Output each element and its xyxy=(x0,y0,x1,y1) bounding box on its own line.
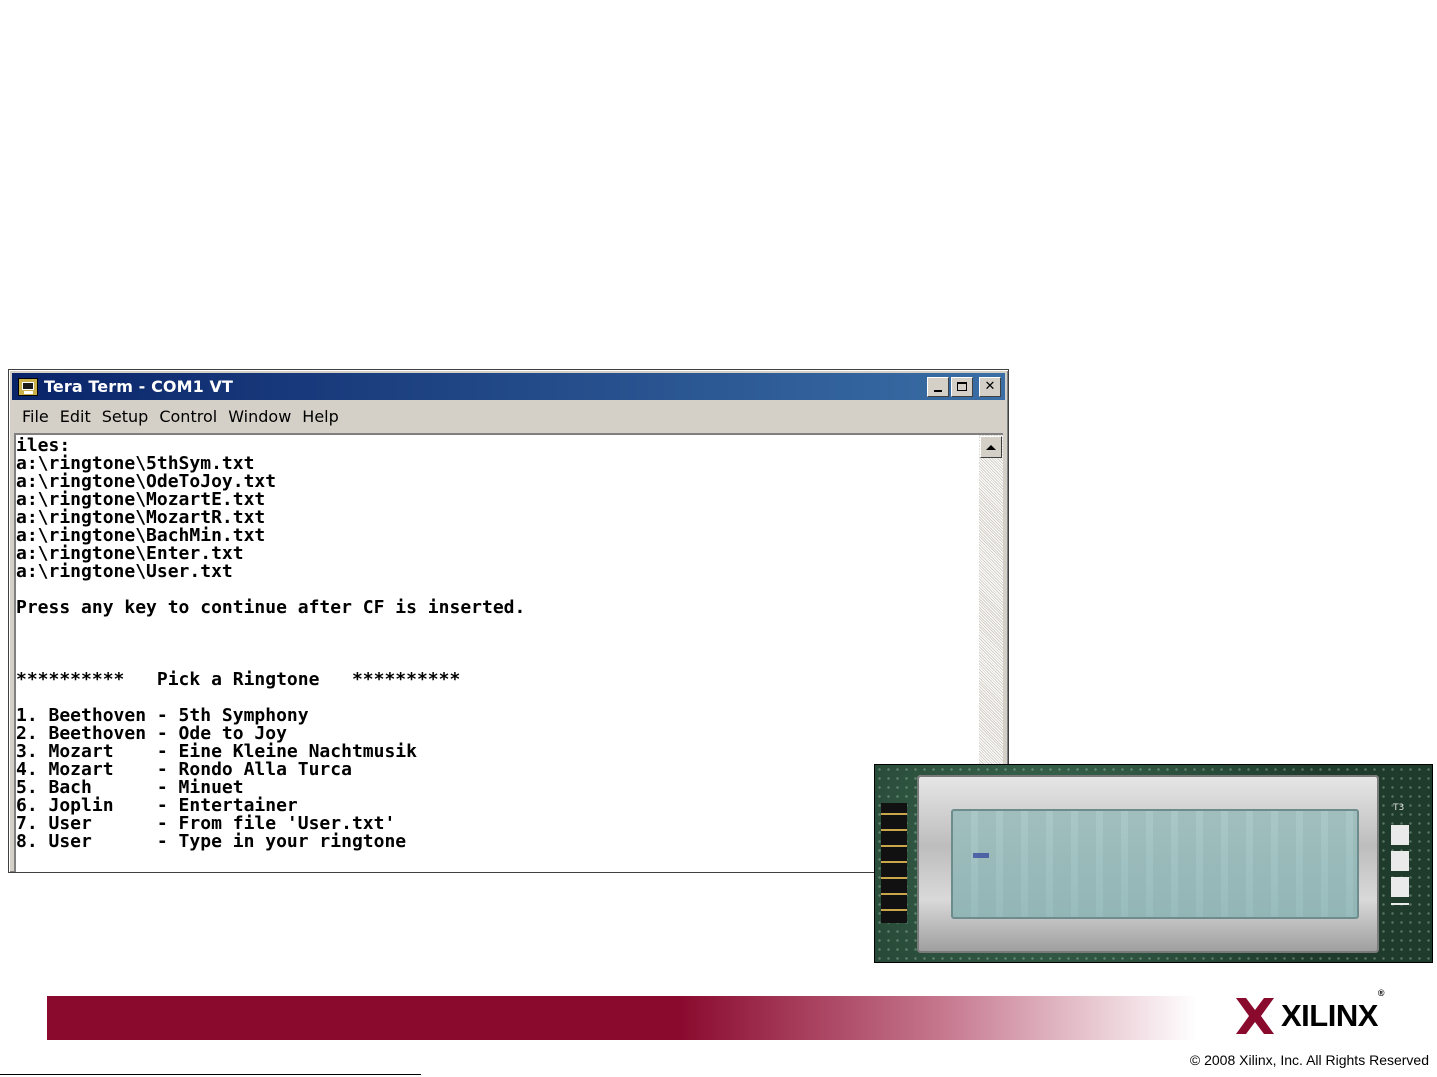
bottom-rule xyxy=(0,1074,421,1075)
minimize-button[interactable] xyxy=(927,376,949,397)
menu-setup[interactable]: Setup xyxy=(98,407,156,426)
terminal-line: 8. User - Type in your ringtone xyxy=(16,831,407,852)
pin-header xyxy=(881,803,907,923)
copyright-notice: © 2008 Xilinx, Inc. All Rights Reserved xyxy=(1189,1052,1429,1068)
title-bar[interactable]: Tera Term - COM1 VT ✕ xyxy=(12,373,1005,400)
registered-mark: ® xyxy=(1377,988,1385,998)
lcd-board-photo: T3 xyxy=(874,764,1433,963)
tera-term-app-icon[interactable] xyxy=(18,377,38,396)
menu-control[interactable]: Control xyxy=(155,407,224,426)
terminal-line: ********** Pick a Ringtone ********** xyxy=(16,669,461,690)
terminal-output[interactable]: iles: a:\ringtone\5thSym.txt a:\ringtone\O… xyxy=(16,437,977,872)
xilinx-x-icon xyxy=(1236,998,1274,1034)
minimize-icon xyxy=(934,389,942,392)
menu-bar: File Edit Setup Control Window Help xyxy=(12,401,1005,431)
lcd-screen xyxy=(951,809,1359,919)
menu-window[interactable]: Window xyxy=(224,407,298,426)
arrow-up-icon xyxy=(986,444,996,450)
scroll-up-button[interactable] xyxy=(980,436,1002,458)
menu-help[interactable]: Help xyxy=(298,407,345,426)
menu-edit[interactable]: Edit xyxy=(56,407,98,426)
solder-pads xyxy=(1391,825,1409,905)
lcd-cursor xyxy=(973,853,989,858)
board-label: T3 xyxy=(1393,803,1405,813)
terminal-client-area[interactable]: iles: a:\ringtone\5thSym.txt a:\ringtone\O… xyxy=(14,433,1003,872)
tera-term-window: Tera Term - COM1 VT ✕ File Edit Setup Co… xyxy=(8,369,1009,873)
maximize-button[interactable] xyxy=(951,376,973,397)
menu-file[interactable]: File xyxy=(18,407,56,426)
close-icon: ✕ xyxy=(984,379,996,394)
xilinx-wordmark: XILINX® xyxy=(1281,988,1385,1034)
xilinx-logo: XILINX® xyxy=(1235,988,1385,1035)
xilinx-wordmark-text: XILINX xyxy=(1281,998,1378,1033)
maximize-icon xyxy=(957,382,967,391)
window-controls: ✕ xyxy=(927,376,1001,397)
terminal-line: a:\ringtone\User.txt xyxy=(16,561,233,582)
window-title: Tera Term - COM1 VT xyxy=(44,377,234,396)
xilinx-banner-x-icon xyxy=(50,996,98,1040)
terminal-line: Press any key to continue after CF is in… xyxy=(16,597,526,618)
close-button[interactable]: ✕ xyxy=(979,376,1001,397)
footer-banner xyxy=(47,996,1197,1040)
